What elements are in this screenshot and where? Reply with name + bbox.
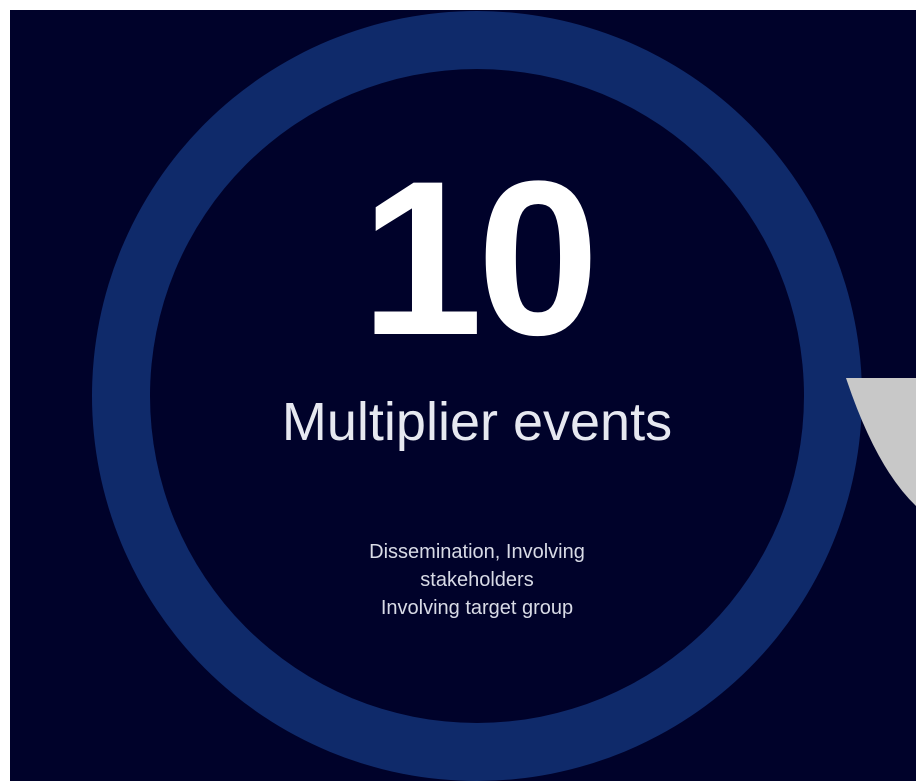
stat-number: 10: [360, 135, 600, 381]
stat-title: Multiplier events: [281, 392, 673, 452]
stat-description-line: Involving target group: [380, 597, 574, 619]
stat-description-line: stakeholders: [420, 569, 534, 591]
stat-description: Dissemination, Involving stakeholders In…: [250, 538, 704, 622]
slide: 10 Multiplier events Dissemination, Invo…: [10, 10, 916, 781]
decorative-wedge-shape: [846, 378, 916, 506]
stat-description-line: Dissemination, Involving: [369, 541, 585, 563]
